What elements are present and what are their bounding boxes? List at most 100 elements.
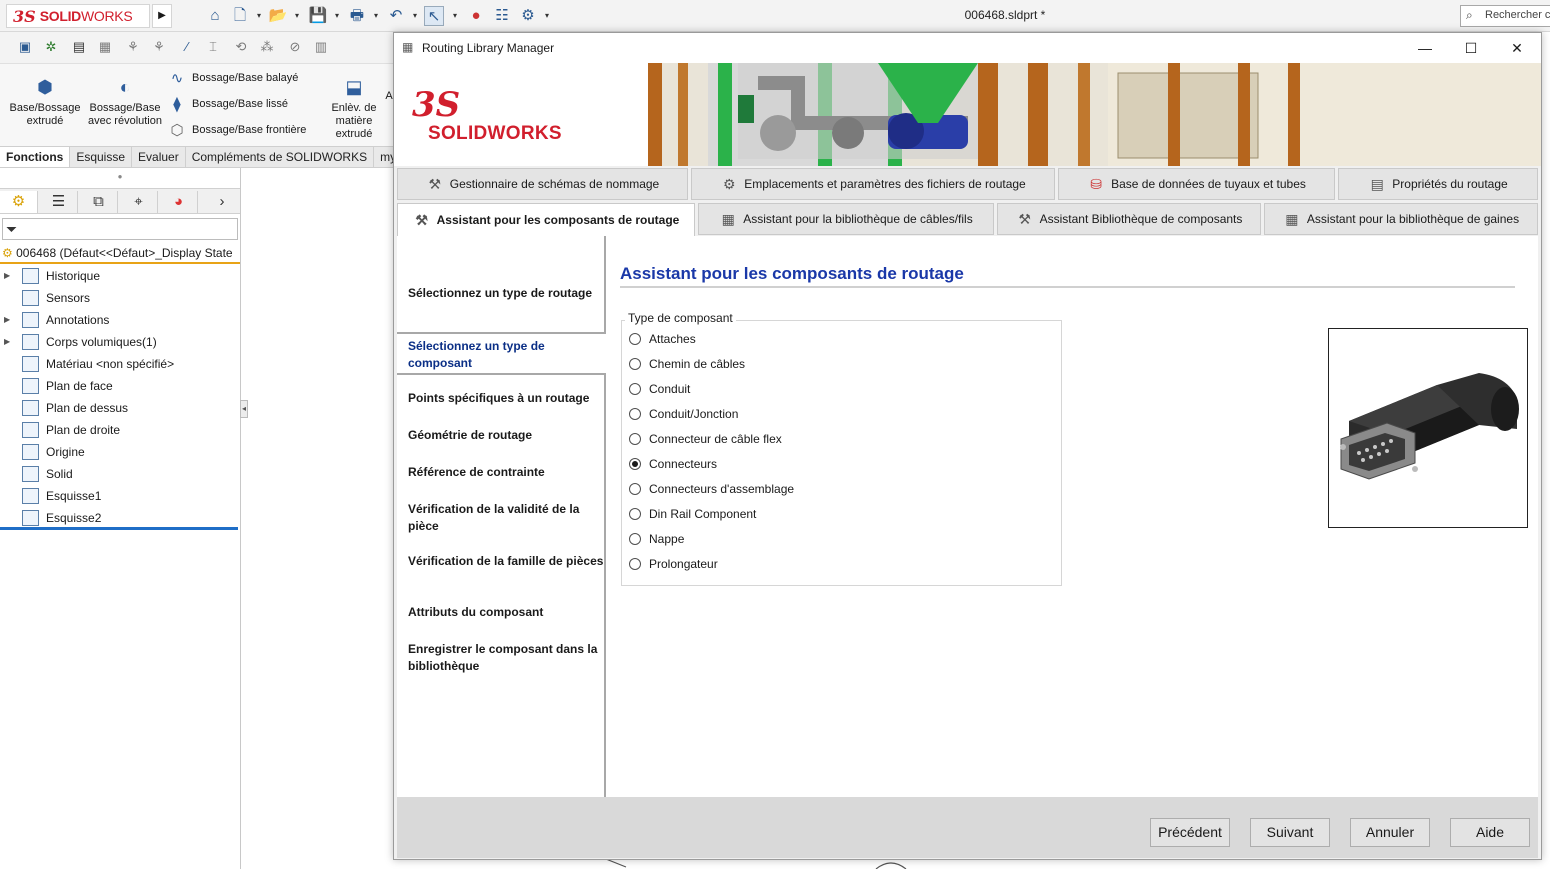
step-routing-geometry[interactable]: Géométrie de routage bbox=[408, 427, 604, 444]
tab-fonctions[interactable]: Fonctions bbox=[0, 147, 71, 167]
home-icon[interactable]: ⌂ bbox=[205, 6, 225, 26]
tree-root-part[interactable]: ⚙ 006468 (Défaut<<Défaut>_Display State bbox=[0, 244, 240, 264]
new-document-icon[interactable]: 🗋 bbox=[230, 6, 250, 26]
radio-button[interactable] bbox=[629, 558, 641, 570]
radio-button[interactable] bbox=[629, 533, 641, 545]
tab-complements[interactable]: Compléments de SOLIDWORKS bbox=[186, 147, 375, 167]
component-type-option[interactable]: Prolongateur bbox=[629, 555, 718, 573]
tab-file-locations-settings[interactable]: ⚙ Emplacements et paramètres des fichier… bbox=[691, 168, 1055, 200]
tree-item[interactable]: Plan de droite bbox=[0, 420, 240, 440]
previous-button[interactable]: Précédent bbox=[1150, 818, 1230, 847]
tree-item[interactable]: ▶ Annotations bbox=[0, 310, 240, 330]
tab-evaluer[interactable]: Evaluer bbox=[132, 147, 186, 167]
save-dropdown-icon[interactable]: ▾ bbox=[332, 8, 342, 24]
lofted-boss-button[interactable]: ⧫ Bossage/Base lissé bbox=[168, 93, 288, 115]
display-manager-tab-icon[interactable]: ◕ bbox=[160, 191, 198, 213]
component-type-option[interactable]: Chemin de câbles bbox=[629, 355, 745, 373]
tab-routing-properties[interactable]: ▤ Propriétés du routage bbox=[1338, 168, 1538, 200]
maximize-icon[interactable]: ☐ bbox=[1448, 33, 1494, 63]
rebuild-traffic-light-icon[interactable]: ● bbox=[466, 6, 486, 26]
menu-expand-button[interactable]: ▶ bbox=[152, 4, 172, 28]
radio-button[interactable] bbox=[629, 383, 641, 395]
toolbar-icon-4[interactable]: ▦ bbox=[96, 38, 114, 56]
tree-item[interactable]: Sensors bbox=[0, 288, 240, 308]
select-dropdown-icon[interactable]: ▾ bbox=[450, 8, 460, 24]
close-icon[interactable]: ✕ bbox=[1494, 33, 1540, 63]
open-dropdown-icon[interactable]: ▾ bbox=[292, 8, 302, 24]
swept-boss-button[interactable]: ∿ Bossage/Base balayé bbox=[168, 67, 299, 89]
tree-item[interactable]: Origine bbox=[0, 442, 240, 462]
tab-esquisse[interactable]: Esquisse bbox=[70, 147, 133, 167]
panel-splitter-handle[interactable]: ◂ bbox=[240, 400, 248, 418]
select-pointer-icon[interactable]: ↖ bbox=[424, 6, 444, 26]
print-dropdown-icon[interactable]: ▾ bbox=[371, 8, 381, 24]
tab-component-library-wizard[interactable]: ⚒ Assistant Bibliothèque de composants bbox=[997, 203, 1261, 235]
print-icon[interactable]: 🖶 bbox=[347, 6, 367, 26]
component-type-option[interactable]: Nappe bbox=[629, 530, 684, 548]
tab-pipe-tube-database[interactable]: ⛁ Base de données de tuyaux et tubes bbox=[1058, 168, 1335, 200]
tab-covering-library-wizard[interactable]: ▦ Assistant pour la bibliothèque de gain… bbox=[1264, 203, 1538, 235]
toolbar-icon-8[interactable]: ⌶ bbox=[204, 38, 222, 56]
toolbar-icon-9[interactable]: ⟲ bbox=[232, 38, 250, 56]
new-dropdown-icon[interactable]: ▾ bbox=[254, 8, 264, 24]
component-type-option[interactable]: Connecteurs bbox=[629, 455, 717, 473]
tree-item[interactable]: ▶ Corps volumiques(1) bbox=[0, 332, 240, 352]
step-select-component-type[interactable]: Sélectionnez un type de composant bbox=[408, 338, 604, 372]
radio-button[interactable] bbox=[629, 358, 641, 370]
radio-button[interactable] bbox=[629, 458, 641, 470]
step-design-table-check[interactable]: Vérification de la famille de pièces bbox=[408, 553, 604, 570]
step-select-routing-type[interactable]: Sélectionnez un type de routage bbox=[408, 285, 604, 302]
radio-button[interactable] bbox=[629, 508, 641, 520]
step-component-attributes[interactable]: Attributs du composant bbox=[408, 604, 604, 621]
toolbar-icon-2[interactable]: ✲ bbox=[42, 38, 60, 56]
component-type-option[interactable]: Conduit/Jonction bbox=[629, 405, 738, 423]
tree-item[interactable]: Plan de face bbox=[0, 376, 240, 396]
feature-tree-tab-icon[interactable]: ⚙ bbox=[0, 191, 38, 213]
minimize-icon[interactable]: — bbox=[1402, 33, 1448, 63]
expand-arrow-icon[interactable]: ▶ bbox=[4, 310, 14, 330]
options-gear-icon[interactable]: ⚙ bbox=[518, 6, 538, 26]
search-input[interactable]: ⌕ Rechercher c bbox=[1460, 5, 1550, 27]
step-save-to-library[interactable]: Enregistrer le composant dans la bibliot… bbox=[408, 641, 604, 675]
component-type-option[interactable]: Connecteur de câble flex bbox=[629, 430, 782, 448]
revolved-boss-button[interactable]: ◐ Bossage/Base avec révolution bbox=[86, 76, 164, 128]
solidworks-logo[interactable]: 3S SOLIDWORKS bbox=[6, 4, 150, 28]
tree-item[interactable]: Solid bbox=[0, 464, 240, 484]
radio-button[interactable] bbox=[629, 408, 641, 420]
radio-button[interactable] bbox=[629, 333, 641, 345]
file-properties-icon[interactable]: ☷ bbox=[492, 6, 512, 26]
undo-dropdown-icon[interactable]: ▾ bbox=[410, 8, 420, 24]
component-type-option[interactable]: Din Rail Component bbox=[629, 505, 756, 523]
save-icon[interactable]: 💾 bbox=[308, 6, 328, 26]
toolbar-icon-6[interactable]: ⚘ bbox=[150, 38, 168, 56]
toolbar-icon-5[interactable]: ⚘ bbox=[124, 38, 142, 56]
next-button[interactable]: Suivant bbox=[1250, 818, 1330, 847]
toolbar-icon-11[interactable]: ⊘ bbox=[286, 38, 304, 56]
tree-item[interactable]: Esquisse1 bbox=[0, 486, 240, 506]
tab-cable-wire-library-wizard[interactable]: ▦ Assistant pour la bibliothèque de câbl… bbox=[698, 203, 994, 235]
dimxpert-tab-icon[interactable]: ⌖ bbox=[120, 191, 158, 213]
extruded-boss-button[interactable]: ⬢ Base/Bossage extrudé bbox=[6, 76, 84, 128]
expand-arrow-icon[interactable]: ▶ bbox=[4, 332, 14, 352]
help-button[interactable]: Aide bbox=[1450, 818, 1530, 847]
step-routing-points[interactable]: Points spécifiques à un routage bbox=[408, 390, 604, 407]
panel-grip[interactable]: ● bbox=[0, 168, 240, 188]
tab-routing-component-wizard[interactable]: ⚒ Assistant pour les composants de routa… bbox=[397, 203, 695, 237]
toolbar-icon-3[interactable]: ▤ bbox=[70, 38, 88, 56]
undo-icon[interactable]: ↶ bbox=[386, 6, 406, 26]
radio-button[interactable] bbox=[629, 433, 641, 445]
tree-item[interactable]: Matériau <non spécifié> bbox=[0, 354, 240, 374]
tree-item[interactable]: Plan de dessus bbox=[0, 398, 240, 418]
toolbar-icon-10[interactable]: ⁂ bbox=[258, 38, 276, 56]
extruded-cut-button[interactable]: ⬓ Enlèv. de matière extrudé bbox=[326, 76, 382, 141]
tab-naming-scheme-manager[interactable]: ⚒ Gestionnaire de schémas de nommage bbox=[397, 168, 688, 200]
more-tabs-chevron-icon[interactable]: › bbox=[210, 191, 234, 213]
component-type-option[interactable]: Conduit bbox=[629, 380, 690, 398]
open-folder-icon[interactable]: 📂 bbox=[268, 6, 288, 26]
component-type-option[interactable]: Connecteurs d'assemblage bbox=[629, 480, 794, 498]
property-manager-tab-icon[interactable]: ☰ bbox=[40, 191, 78, 213]
toolbar-icon-12[interactable]: ▥ bbox=[312, 38, 330, 56]
tree-item[interactable]: ▶ Historique bbox=[0, 266, 240, 286]
radio-button[interactable] bbox=[629, 483, 641, 495]
tree-item[interactable]: Esquisse2 bbox=[0, 508, 240, 528]
